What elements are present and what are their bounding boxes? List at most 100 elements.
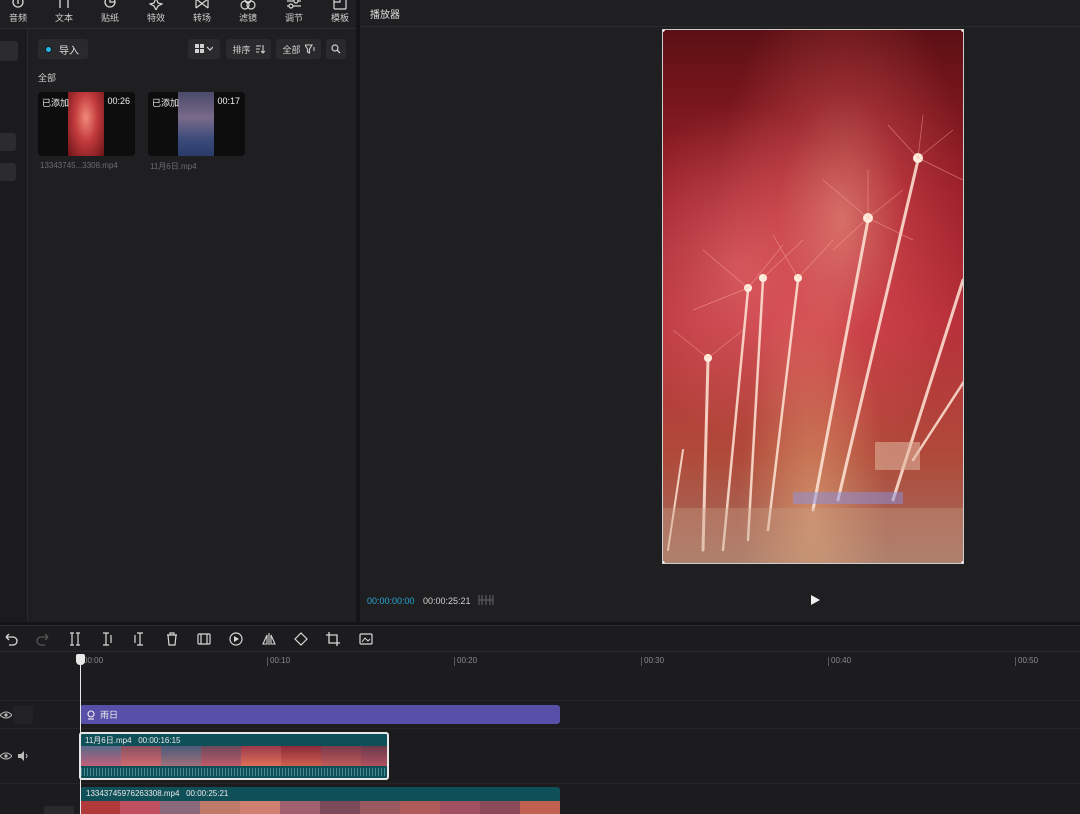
search-button[interactable] (326, 39, 346, 59)
clip-label: 13343745976263308.mp4 00:00:25:21 (86, 789, 228, 798)
clip-name: 11月6日.mp4 (85, 736, 132, 745)
total-time: 00:00:25:21 (423, 596, 471, 606)
playhead-handle[interactable] (76, 654, 85, 665)
rail-item-media[interactable] (0, 41, 18, 61)
ruler-tick: 00:20 (453, 656, 478, 666)
thumbnail-image (178, 92, 214, 156)
video-preview[interactable] (662, 29, 964, 564)
text-clip-label: 雨日 (100, 710, 119, 720)
duration-label: 00:26 (107, 96, 130, 106)
text-clip[interactable]: 雨日 (80, 705, 560, 724)
toolbar-text[interactable]: 文本 (46, 0, 82, 28)
toolbar-label: 文本 (54, 13, 73, 23)
toolbar-template[interactable]: 模板 (322, 0, 358, 28)
toolbar-label: 转场 (192, 13, 211, 23)
crop-icon[interactable] (326, 632, 340, 646)
video-clip[interactable]: 13343745976263308.mp4 00:00:25:21 (80, 787, 560, 814)
rail-item-2[interactable] (0, 133, 16, 151)
toolbar-label: 贴纸 (100, 13, 119, 23)
toolbar-label: 调节 (284, 13, 303, 23)
sort-button[interactable]: 排序 (226, 39, 271, 59)
track-separator (0, 783, 1080, 784)
toolbar-filter[interactable]: 滤镜 (230, 0, 266, 28)
main-track-header (0, 747, 36, 765)
media-item-thumbnail[interactable]: 已添加 00:17 (148, 92, 245, 156)
toolbar-label: 滤镜 (238, 13, 257, 23)
toolbar-transition[interactable]: 转场 (184, 0, 220, 28)
volume-icon[interactable] (17, 751, 29, 761)
toolbar-audio[interactable]: 音频 (0, 0, 36, 28)
media-item-thumbnail[interactable]: 已添加 00:26 (38, 92, 135, 156)
cover-button[interactable] (44, 806, 74, 814)
media-panel: 音频 文本 贴纸 特效 转场 滤镜 调节 模板 导入 排序 全部 全部 已添加 … (0, 0, 356, 622)
import-label: 导入 (59, 45, 79, 57)
clip-duration: 00:00:16:15 (138, 736, 181, 745)
ratio-grid-icon[interactable] (478, 594, 494, 606)
ruler-tick: 00:00 (79, 656, 104, 666)
thumbnail-strip (81, 746, 387, 766)
audio-waveform (81, 768, 387, 776)
import-button[interactable]: 导入 (38, 39, 88, 59)
text-clip-icon (87, 709, 95, 720)
toolbar-effects[interactable]: 特效 (138, 0, 174, 28)
rotate-icon[interactable] (294, 632, 308, 646)
sticker-icon (104, 0, 116, 8)
sort-icon (255, 45, 265, 54)
eye-icon[interactable] (0, 710, 12, 720)
freeze-frame-icon[interactable] (197, 632, 211, 646)
track-separator (0, 700, 1080, 701)
eye-icon[interactable] (0, 751, 12, 761)
clip-label: 11月6日.mp4 00:00:16:15 (85, 735, 180, 746)
clip-duration: 00:00:25:21 (186, 789, 229, 798)
ruler-tick: 00:10 (266, 656, 291, 666)
effects-icon (149, 0, 163, 10)
side-rail: 设 (0, 29, 28, 622)
grid-view-icon (195, 44, 213, 53)
picture-in-picture-icon[interactable] (359, 632, 373, 646)
added-badge: 已添加 (42, 98, 70, 108)
ruler-tick: 00:40 (827, 656, 852, 666)
time-ruler[interactable]: 00:00 00:10 00:20 00:30 00:40 00:50 (0, 653, 1080, 673)
current-time: 00:00:00:00 (367, 596, 415, 606)
play-icon[interactable] (809, 594, 821, 606)
track-lock[interactable] (13, 706, 33, 724)
filter-icon (240, 0, 256, 10)
trim-right-icon[interactable] (132, 632, 146, 646)
ruler-tick: 00:30 (640, 656, 665, 666)
delete-icon[interactable] (165, 632, 179, 646)
timeline-toolbar (0, 626, 1080, 652)
toolbar-adjust[interactable]: 调节 (276, 0, 312, 28)
audio-icon (12, 0, 24, 8)
player-title: 播放器 (370, 10, 400, 21)
playhead-line (80, 656, 81, 814)
toolbar-label: 模板 (330, 13, 349, 23)
crop-handle[interactable] (663, 561, 665, 563)
divider (360, 26, 1080, 27)
template-icon (333, 0, 347, 10)
media-section-label: 全部 (38, 73, 57, 83)
view-mode-button[interactable] (188, 39, 220, 59)
adjust-icon (287, 0, 301, 9)
fireworks-image (663, 114, 963, 563)
media-item-filename: 13343745...3308.mp4 (40, 161, 118, 170)
added-badge: 已添加 (152, 98, 180, 108)
filter-button[interactable]: 全部 (276, 39, 321, 59)
rail-item-3[interactable] (0, 163, 16, 181)
toolbar-sticker[interactable]: 贴纸 (92, 0, 128, 28)
toolbar-label: 特效 (146, 13, 165, 23)
crop-handle[interactable] (961, 30, 963, 32)
crop-handle[interactable] (961, 561, 963, 563)
filter-funnel-icon (304, 44, 315, 54)
media-library: 导入 排序 全部 全部 已添加 00:26 13343745...3308.mp… (28, 29, 356, 622)
reverse-play-icon[interactable] (229, 632, 243, 646)
mirror-icon[interactable] (262, 632, 276, 646)
top-toolbar: 音频 文本 贴纸 特效 转场 滤镜 调节 模板 (0, 0, 356, 28)
filter-label: 全部 (282, 44, 301, 55)
redo-icon[interactable] (36, 632, 50, 646)
trim-left-icon[interactable] (100, 632, 114, 646)
undo-icon[interactable] (4, 632, 18, 646)
split-icon[interactable] (68, 632, 82, 646)
import-dot-icon (44, 44, 53, 54)
video-clip-selected[interactable]: 11月6日.mp4 00:00:16:15 (79, 732, 389, 780)
toolbar-label: 音频 (8, 13, 27, 23)
